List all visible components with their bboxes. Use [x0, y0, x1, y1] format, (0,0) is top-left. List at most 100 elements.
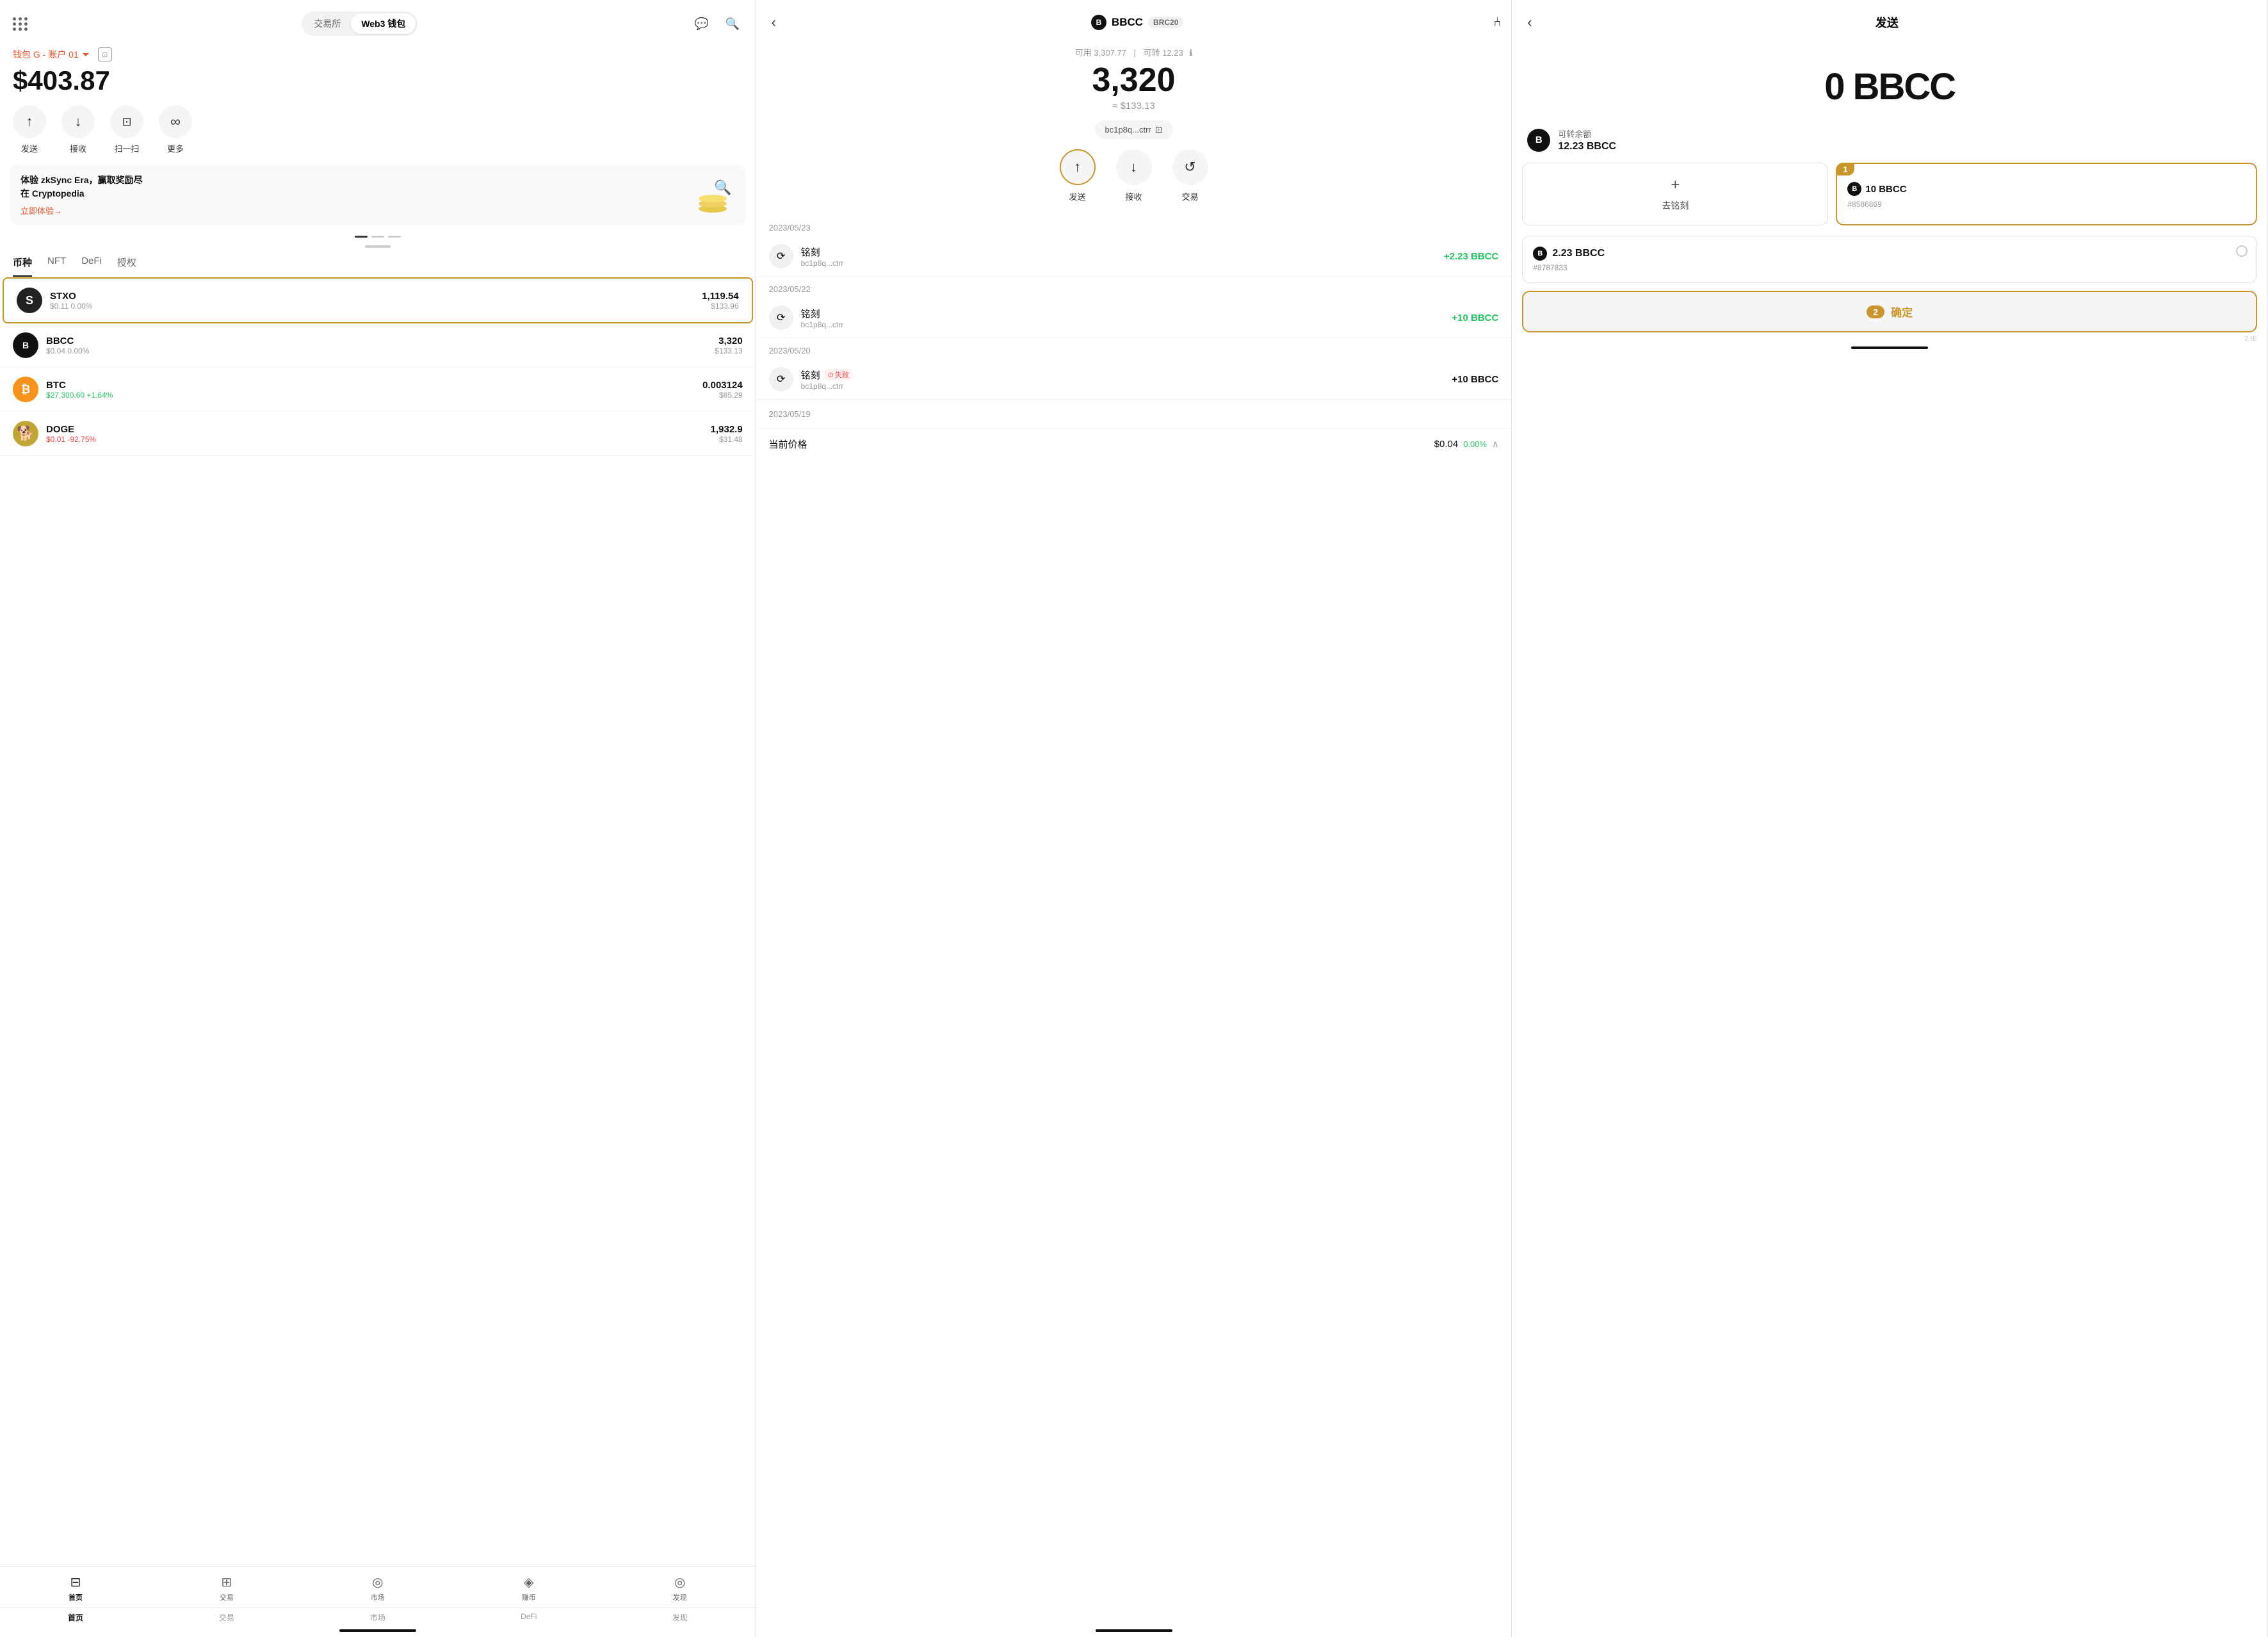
btc-icon: ₿	[13, 377, 38, 402]
nav-earn[interactable]: ◈ 赚币	[453, 1572, 604, 1605]
coin-row-bbcc[interactable]: B BBCC $0.04 0.00% 3,320 $133.13	[0, 323, 756, 368]
p3-transferable-area: B 可转余额 12.23 BBCC	[1512, 127, 2267, 163]
p3-utxo-card-1[interactable]: 1 B 10 BBCC #8586869	[1836, 163, 2257, 225]
info-icon[interactable]: ℹ	[1189, 48, 1192, 58]
coin-row-btc[interactable]: ₿ BTC $27,300.60 +1.64% 0.003124 $85.29	[0, 368, 756, 412]
back-button[interactable]: ‹	[766, 12, 781, 33]
p3-utxo-card-2[interactable]: B 2.23 BBCC #8787833	[1522, 236, 2257, 283]
p2-availability: 可用 3,307.77 | 可转 12.23 ℹ	[769, 46, 1499, 58]
p2-address-pill[interactable]: bc1p8q...ctrr ⊡	[1095, 120, 1173, 139]
p2-balance-area: 可用 3,307.77 | 可转 12.23 ℹ 3,320 ≈ $133.13	[756, 40, 1512, 111]
doge-amount: 1,932.9 $31.48	[711, 424, 743, 444]
tx-fail-badge: ⊙ 失败	[824, 369, 853, 380]
p2-title: B BBCC BRC20	[781, 15, 1493, 30]
p3-transferable-amount: 12.23 BBCC	[1558, 141, 1616, 152]
header-icons: 💬 🔍	[692, 13, 743, 34]
action-buttons: ↑ 发送 ↓ 接收 ⊡ 扫一扫 ∞ 更多	[0, 105, 756, 165]
panel-bbcc-detail: ‹ B BBCC BRC20 ⑃ 可用 3,307.77 | 可转 12.23 …	[756, 0, 1512, 1637]
p3-card-id-1: #8586869	[1847, 200, 2246, 209]
nav-trade[interactable]: ⊞ 交易	[151, 1572, 302, 1605]
stxo-price: $0.11 0.00%	[50, 302, 702, 311]
stxo-icon: S	[17, 288, 42, 313]
tx-date-3: 2023/05/20	[756, 338, 1512, 359]
tab-nft[interactable]: NFT	[47, 256, 66, 277]
bottom-navigation: ⊟ 首页 ⊞ 交易 ◎ 市场 ◈ 赚币 ◎ 发现	[0, 1566, 756, 1608]
banner-link[interactable]: 立即体验→	[20, 204, 143, 216]
p2-trade-icon: ↺	[1172, 149, 1208, 185]
p3-card2-radio[interactable]	[2236, 245, 2248, 257]
tx-row-1[interactable]: ⟳ 铭刻 bc1p8q...ctrr +2.23 BBCC	[756, 236, 1512, 277]
p2-send-icon: ↑	[1060, 149, 1096, 185]
secondary-bottom-tabs: 首页 交易 市场 DeFi 发现	[0, 1608, 756, 1627]
p2-coin-name: BBCC	[1112, 16, 1143, 29]
sec-tab-market[interactable]: 市场	[302, 1612, 453, 1623]
tx-type-1: 铭刻	[801, 245, 1444, 259]
tx-row-2[interactable]: ⟳ 铭刻 bc1p8q...ctrr +10 BBCC	[756, 298, 1512, 338]
tx-row-3[interactable]: ⟳ 铭刻 ⊙ 失败 bc1p8q...ctrr +10 BBCC	[756, 359, 1512, 400]
tab-defi[interactable]: DeFi	[81, 256, 102, 277]
p3-inscribe-card[interactable]: + 去铭刻	[1522, 163, 1828, 225]
wallet-copy-icon[interactable]: ⊡	[98, 47, 112, 61]
p2-usd-value: ≈ $133.13	[769, 101, 1499, 111]
message-icon[interactable]: 💬	[692, 13, 712, 34]
exchange-web3-tabs: 交易所 Web3 钱包	[302, 12, 417, 36]
sec-tab-trade[interactable]: 交易	[151, 1612, 302, 1623]
grid-menu-icon[interactable]	[13, 17, 28, 31]
tx-icon-3: ⟳	[769, 367, 793, 391]
current-price-value: $0.04 0.00% ∧	[1434, 439, 1499, 450]
tx-date-2: 2023/05/22	[756, 277, 1512, 298]
p3-confirm-button[interactable]: 2 确定	[1522, 291, 2257, 332]
p2-home-indicator	[1096, 1629, 1172, 1632]
nav-market[interactable]: ◎ 市场	[302, 1572, 453, 1605]
tx-addr-2: bc1p8q...ctrr	[801, 320, 1452, 329]
btc-info: BTC $27,300.60 +1.64%	[46, 380, 702, 400]
banner-dots	[0, 236, 756, 238]
coin-row-stxo[interactable]: S STXO $0.11 0.00% 1,119.54 $133.96	[3, 277, 753, 323]
stxo-amount: 1,119.54 $133.96	[702, 291, 739, 311]
price-label-date: 2023/05/19	[769, 409, 1499, 419]
p3-title: 发送	[1537, 14, 2237, 31]
copy-icon[interactable]: ⊡	[1155, 124, 1163, 135]
send-action[interactable]: ↑ 发送	[13, 105, 46, 154]
send-icon-circle: ↑	[13, 105, 46, 138]
p3-confirm-num: 2	[1867, 305, 1884, 318]
p3-card-b-icon-1: B	[1847, 182, 1861, 196]
account-label[interactable]: 钱包 G - 账户 01	[13, 48, 89, 61]
p2-send-action[interactable]: ↑ 发送	[1060, 149, 1096, 202]
p3-header: ‹ 发送	[1512, 0, 2267, 40]
home-indicator	[339, 1629, 416, 1632]
tab-web3-wallet[interactable]: Web3 钱包	[351, 13, 416, 34]
tx-icon-1: ⟳	[769, 244, 793, 268]
panel-send: ‹ 发送 0 BBCC B 可转余额 12.23 BBCC + 去铭刻 1 B …	[1512, 0, 2268, 1637]
tx-addr-3: bc1p8q...ctrr	[801, 382, 1452, 391]
promo-banner[interactable]: 体验 zkSync Era，赢取奖励尽在 Cryptopedia 立即体验→ 🔍	[10, 165, 745, 225]
current-price-row[interactable]: 当前价格 $0.04 0.00% ∧	[756, 428, 1512, 460]
p3-back-button[interactable]: ‹	[1522, 12, 1537, 33]
more-icon-circle: ∞	[159, 105, 192, 138]
sec-tab-defi[interactable]: DeFi	[453, 1612, 604, 1623]
price-expand-icon[interactable]: ∧	[1492, 439, 1498, 450]
nav-home[interactable]: ⊟ 首页	[0, 1572, 151, 1605]
branch-icon[interactable]: ⑃	[1493, 15, 1501, 30]
p3-confirm-label: 确定	[1891, 304, 1913, 320]
stxo-name: STXO	[50, 291, 702, 302]
tab-coins[interactable]: 币种	[13, 256, 32, 277]
search-icon[interactable]: 🔍	[722, 13, 743, 34]
p3-card-amount-1: 10 BBCC	[1865, 184, 1906, 195]
tab-auth[interactable]: 授权	[117, 256, 136, 277]
coin-list: S STXO $0.11 0.00% 1,119.54 $133.96 B BB…	[0, 277, 756, 1566]
tab-exchange[interactable]: 交易所	[304, 13, 351, 34]
nav-discover[interactable]: ◎ 发现	[604, 1572, 756, 1605]
coin-row-doge[interactable]: 🐕 DOGE $0.01 -92.75% 1,932.9 $31.48	[0, 412, 756, 456]
scan-action[interactable]: ⊡ 扫一扫	[110, 105, 143, 154]
more-action[interactable]: ∞ 更多	[159, 105, 192, 154]
total-balance: $403.87	[0, 64, 756, 105]
sec-tab-home[interactable]: 首页	[0, 1612, 151, 1623]
p3-card2-id: #8787833	[1533, 263, 2246, 272]
p2-trade-action[interactable]: ↺ 交易	[1172, 149, 1208, 202]
p2-receive-action[interactable]: ↓ 接收	[1116, 149, 1152, 202]
p3-bottom-note: 2 tE	[1512, 332, 2267, 344]
p2-main-balance: 3,320	[769, 61, 1499, 99]
receive-action[interactable]: ↓ 接收	[61, 105, 95, 154]
sec-tab-discover[interactable]: 发现	[604, 1612, 756, 1623]
